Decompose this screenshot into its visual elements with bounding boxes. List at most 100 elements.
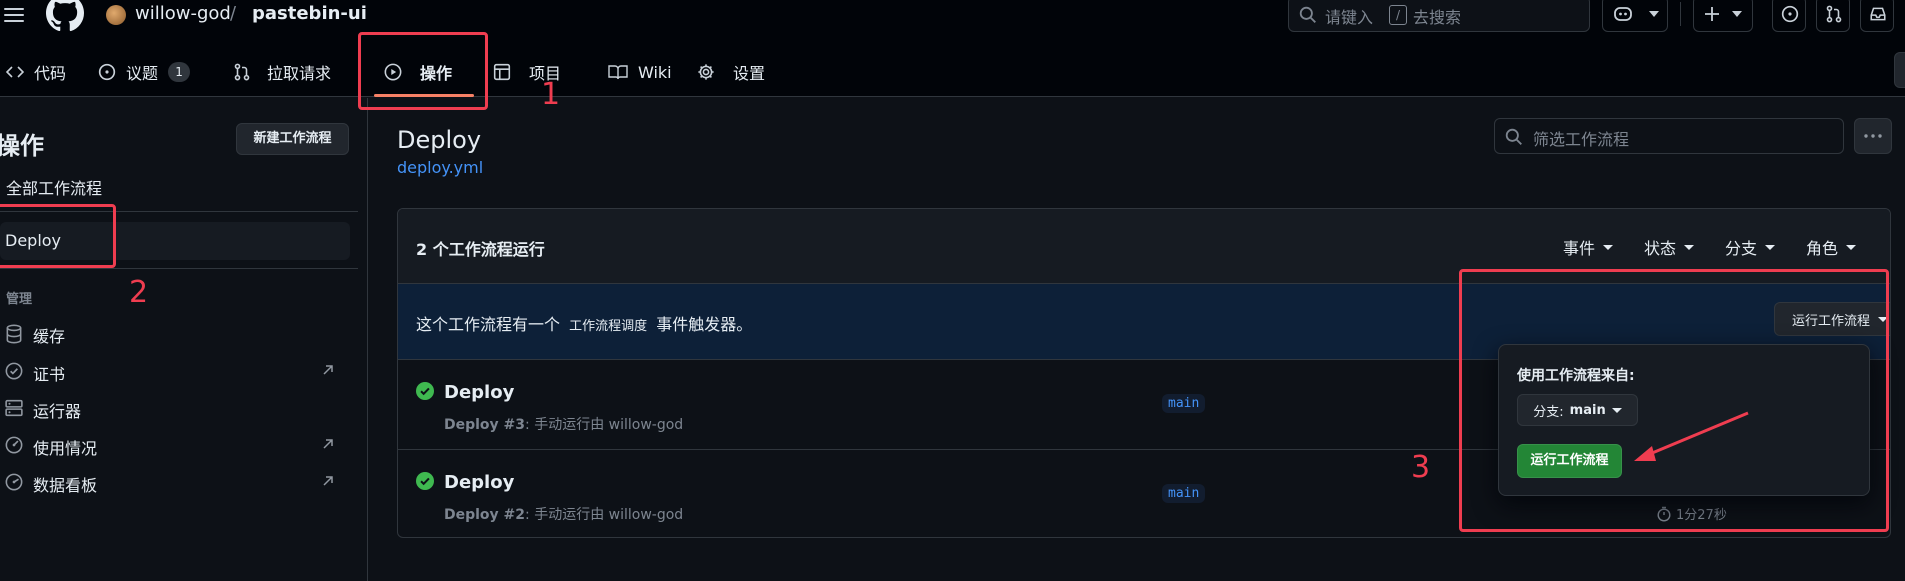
external-link-icon — [323, 439, 333, 449]
annotation-label-1: 1 — [541, 77, 561, 112]
pull-request-icon — [1826, 5, 1842, 23]
run-title-link[interactable]: Deploy — [444, 382, 514, 403]
runs-count: 2 个工作流程运行 — [416, 240, 545, 259]
more-options-button[interactable] — [1854, 118, 1892, 154]
sidebar-item-caches[interactable]: 缓存 — [0, 318, 350, 350]
tab-settings-label: 设置 — [733, 64, 766, 83]
filter-label: 事件 — [1563, 239, 1596, 258]
check-circle-fill-icon — [416, 472, 434, 490]
sidebar-item-label: 证书 — [33, 365, 66, 384]
tab-wiki[interactable]: Wiki — [608, 52, 672, 92]
run-number: Deploy #3 — [444, 417, 526, 433]
filter-branch-dropdown[interactable]: 分支 — [1725, 235, 1776, 259]
issues-count-badge: 1 — [168, 62, 191, 82]
filter-status-dropdown[interactable]: 状态 — [1644, 235, 1695, 259]
filter-label: 状态 — [1644, 239, 1677, 258]
chevron-down-icon — [1732, 11, 1742, 17]
filter-label: 角色 — [1806, 239, 1839, 258]
global-search-input[interactable]: 请键入 / 去搜索 — [1288, 0, 1590, 32]
tab-code[interactable]: 代码 — [6, 52, 66, 92]
tab-issues[interactable]: 议题 1 — [98, 52, 191, 92]
kebab-horizontal-icon — [1864, 134, 1882, 138]
new-workflow-button[interactable]: 新建工作流程 — [236, 123, 349, 155]
chevron-down-icon — [1684, 244, 1695, 250]
issue-icon — [1781, 5, 1799, 23]
filter-event-dropdown[interactable]: 事件 — [1563, 235, 1614, 259]
tab-code-label: 代码 — [34, 64, 67, 83]
tab-issues-label: 议题 — [126, 64, 159, 83]
branch-badge[interactable]: main — [1162, 484, 1206, 503]
annotation-box-1 — [358, 32, 488, 110]
chevron-down-icon — [1765, 244, 1776, 250]
filter-placeholder: 筛选工作流程 — [1533, 130, 1630, 149]
chevron-down-icon — [1603, 244, 1614, 250]
external-link-icon — [323, 365, 333, 375]
run-description: : 手动运行由 willow-god — [525, 507, 684, 523]
annotation-box-2 — [0, 204, 116, 268]
create-new-button[interactable] — [1693, 0, 1753, 32]
table-icon — [493, 63, 511, 81]
tab-pull-requests-label: 拉取请求 — [267, 64, 332, 83]
chevron-down-icon — [1649, 11, 1659, 17]
sidebar-item-label: 运行器 — [33, 402, 82, 421]
filter-label: 分支 — [1725, 239, 1758, 258]
sidebar-item-attestations[interactable]: 证书 — [0, 356, 350, 388]
filter-actor-dropdown[interactable]: 角色 — [1806, 235, 1857, 259]
repo-nav-tabs: 代码 议题 1 拉取请求 操作 项目 Wiki 设置 — [0, 52, 1905, 92]
tab-pull-requests[interactable]: 拉取请求 — [233, 52, 331, 92]
run-meta: Deploy #3: 手动运行由 willow-god — [444, 414, 683, 434]
inbox-button[interactable] — [1860, 0, 1894, 32]
owner-link[interactable]: willow-god — [135, 3, 231, 24]
dispatch-message: 这个工作流程有一个 工作流程调度 事件触发器。 — [416, 311, 752, 335]
check-circle-icon — [5, 362, 23, 380]
branch-badge[interactable]: main — [1162, 394, 1206, 413]
github-logo-icon[interactable] — [46, 0, 84, 32]
dispatch-event-name: 工作流程调度 — [569, 319, 648, 334]
tab-settings[interactable]: 设置 — [697, 52, 765, 92]
copilot-icon — [1614, 7, 1632, 21]
search-hint-after: 去搜索 — [1413, 8, 1462, 27]
menu-icon[interactable] — [4, 4, 24, 26]
global-topbar: willow-god / pastebin-ui 请键入 / 去搜索 — [0, 0, 1905, 34]
run-title-link[interactable]: Deploy — [444, 472, 514, 493]
sidebar-item-all-workflows[interactable]: 全部工作流程 — [6, 175, 102, 199]
sidebar-item-label: 使用情况 — [33, 439, 98, 458]
issues-button[interactable] — [1772, 0, 1806, 32]
issue-icon — [98, 63, 116, 81]
search-shortcut-key: / — [1389, 5, 1407, 25]
external-link-icon — [323, 476, 333, 486]
server-icon — [5, 399, 23, 417]
dispatch-text-before: 这个工作流程有一个 — [416, 315, 561, 334]
graph-icon — [5, 473, 23, 491]
check-circle-fill-icon — [416, 382, 434, 400]
sidebar-toggle-button[interactable] — [1894, 52, 1905, 88]
breadcrumb-separator: / — [230, 3, 237, 24]
repo-header: willow-god / pastebin-ui 请键入 / 去搜索 代码 议题… — [0, 0, 1905, 97]
repo-link[interactable]: pastebin-ui — [252, 3, 367, 24]
inbox-icon — [1870, 7, 1886, 21]
annotation-box-3 — [1459, 269, 1889, 532]
filter-workflow-runs-input[interactable]: 筛选工作流程 — [1494, 118, 1844, 154]
annotation-label-2: 2 — [129, 275, 149, 310]
search-icon — [1299, 6, 1316, 23]
sidebar-item-usage[interactable]: 使用情况 — [0, 430, 350, 462]
tab-wiki-label: Wiki — [638, 62, 672, 82]
sidebar-item-label: 缓存 — [33, 327, 66, 346]
actions-sidebar: 操作 新建工作流程 全部工作流程 Deploy 管理 缓存 证书 运行器 使用情… — [0, 98, 368, 581]
database-icon — [6, 324, 22, 344]
book-icon — [608, 65, 628, 80]
owner-avatar[interactable] — [106, 5, 126, 25]
sidebar-item-runners[interactable]: 运行器 — [0, 393, 350, 425]
run-description: : 手动运行由 willow-god — [525, 417, 684, 433]
pull-request-icon — [234, 63, 250, 81]
page-title: Deploy — [397, 126, 482, 154]
sidebar-item-label: 数据看板 — [33, 476, 98, 495]
copilot-button[interactable] — [1602, 0, 1668, 32]
sidebar-divider — [0, 268, 358, 269]
annotation-label-3: 3 — [1411, 450, 1431, 485]
workflow-file-link[interactable]: deploy.yml — [397, 158, 483, 177]
plus-icon — [1705, 7, 1719, 21]
sidebar-item-metrics[interactable]: 数据看板 — [0, 467, 350, 499]
pull-requests-button[interactable] — [1816, 0, 1850, 32]
dispatch-text-after: 事件触发器。 — [656, 315, 753, 334]
